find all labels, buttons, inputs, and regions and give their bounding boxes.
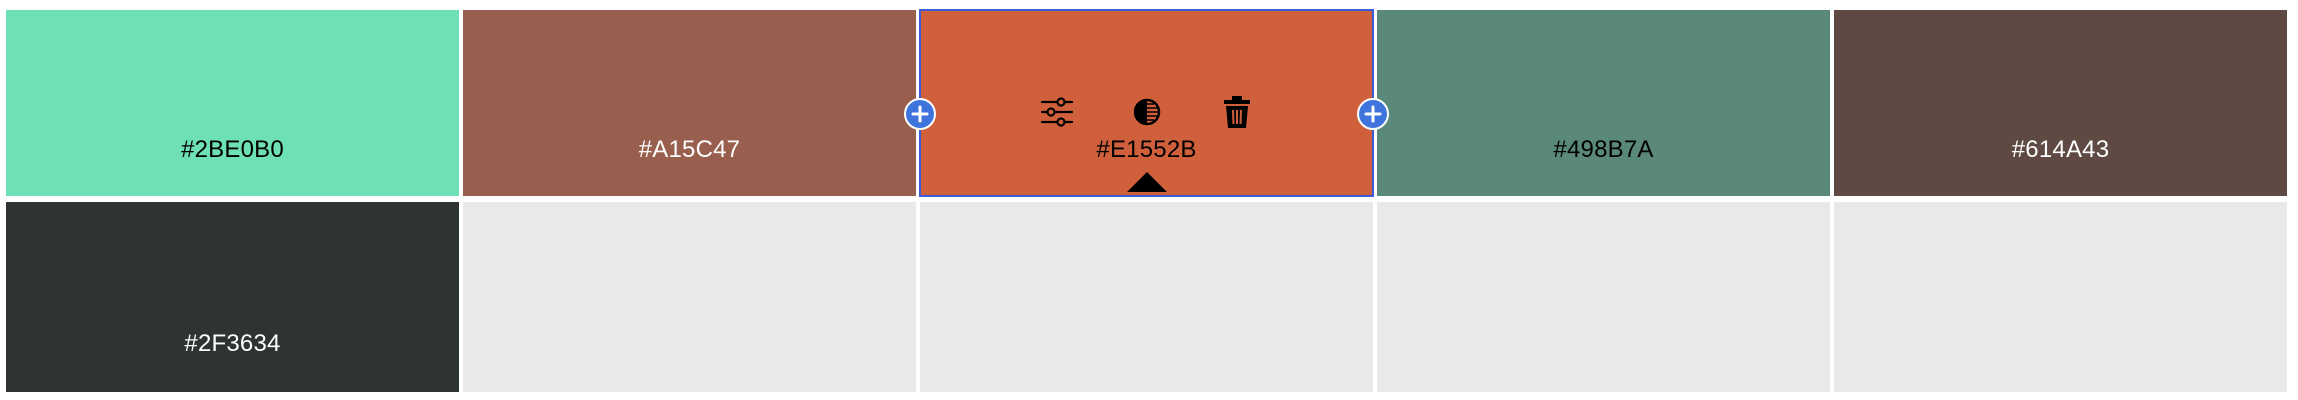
color-swatch[interactable]: #2F3634 xyxy=(6,202,459,392)
trash-icon xyxy=(1223,96,1250,128)
palette-row-2: #2F3634 xyxy=(6,202,2292,392)
palette-row-1: #2BE0B0 #A15C47 #E1552B #498B7A #614A43 xyxy=(6,9,2292,197)
empty-swatch-slot xyxy=(920,202,1373,392)
empty-swatch-slot xyxy=(1834,202,2287,392)
swatch-hex-label: #E1552B xyxy=(1096,136,1197,163)
delete-color-button[interactable] xyxy=(1217,92,1257,132)
swatch-hex-label: #2BE0B0 xyxy=(181,136,284,163)
add-color-after-button[interactable] xyxy=(1357,98,1389,130)
color-swatch[interactable]: #498B7A xyxy=(1377,10,1830,196)
adjust-button[interactable] xyxy=(1037,92,1077,132)
empty-swatch-slot xyxy=(463,202,916,392)
color-swatch[interactable]: #A15C47 xyxy=(463,10,916,196)
empty-swatch-slot xyxy=(1377,202,1830,392)
plus-icon xyxy=(1364,105,1382,123)
swatch-hex-label: #A15C47 xyxy=(638,136,741,163)
contrast-button[interactable] xyxy=(1127,92,1167,132)
sliders-icon xyxy=(1040,97,1073,127)
contrast-icon xyxy=(1133,98,1160,126)
color-palette: #2BE0B0 #A15C47 #E1552B #498B7A #614A43 … xyxy=(0,0,2298,400)
swatch-hex-label: #614A43 xyxy=(2011,136,2110,163)
swatch-hex-label: #2F3634 xyxy=(184,330,281,357)
color-swatch[interactable]: #2BE0B0 xyxy=(6,10,459,196)
swatch-hex-label: #498B7A xyxy=(1553,136,1654,163)
add-color-before-button[interactable] xyxy=(904,98,936,130)
caret-up-icon[interactable] xyxy=(1126,172,1167,192)
swatch-toolbar xyxy=(920,92,1373,132)
color-swatch-selected[interactable]: #E1552B xyxy=(904,9,1389,197)
plus-icon xyxy=(911,105,929,123)
color-swatch[interactable]: #614A43 xyxy=(1834,10,2287,196)
